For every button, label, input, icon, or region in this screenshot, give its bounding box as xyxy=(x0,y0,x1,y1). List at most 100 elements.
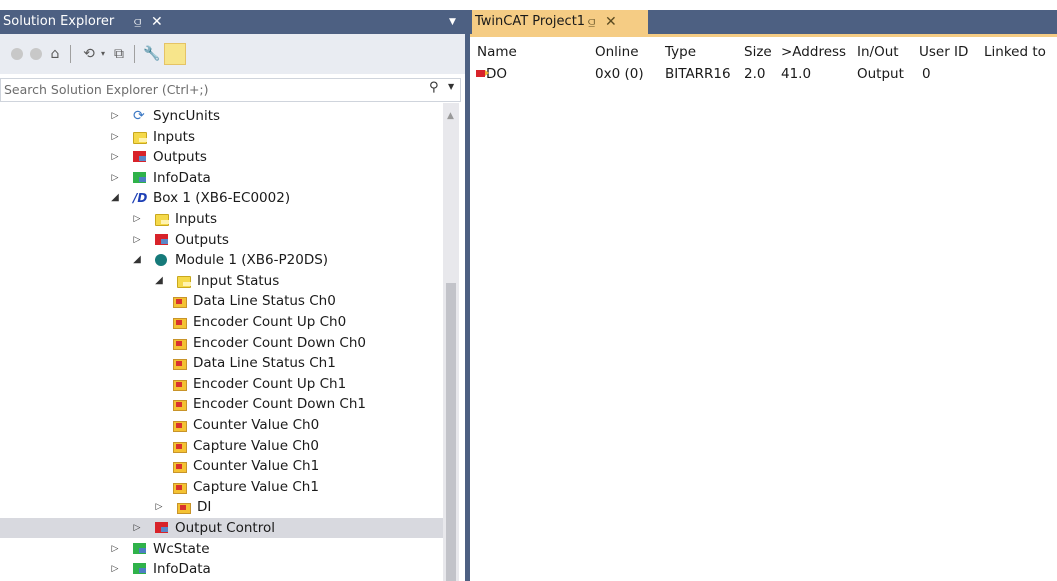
forward-icon[interactable] xyxy=(30,48,42,60)
search-options-dropdown-icon[interactable]: ▼ xyxy=(448,82,454,91)
wcstate-icon xyxy=(133,542,146,554)
tree-item-label: SyncUnits xyxy=(153,108,221,124)
column-header-type[interactable]: Type xyxy=(665,42,696,63)
grid-header: Name Online Type Size >Address In/Out Us… xyxy=(470,42,1057,63)
variable-icon xyxy=(173,462,187,474)
search-input[interactable] xyxy=(1,79,414,100)
expanded-arrow-icon[interactable]: ◢ xyxy=(154,271,164,291)
inputs-folder-icon xyxy=(133,131,147,144)
variable-icon xyxy=(173,441,187,453)
outputs-folder-icon xyxy=(155,233,168,245)
variable-icon xyxy=(173,297,187,309)
tree-item-label: Capture Value Ch0 xyxy=(193,437,319,454)
tree-item[interactable]: Capture Value Ch1 xyxy=(0,477,443,497)
solution-explorer-title: Solution Explorer xyxy=(3,14,115,29)
row-inout: Output xyxy=(857,66,904,82)
tree-item[interactable]: ◢ /D Box 1 (XB6-EC0002) xyxy=(0,188,443,208)
collapsed-arrow-icon[interactable]: ▷ xyxy=(132,518,142,538)
tree-item-label: Counter Value Ch0 xyxy=(193,417,320,433)
tree-item[interactable]: ▷ Output Control xyxy=(0,518,443,538)
collapsed-arrow-icon[interactable]: ▷ xyxy=(110,127,120,147)
tree-item[interactable]: Data Line Status Ch1 xyxy=(0,353,443,373)
tree-item[interactable]: Data Line Status Ch0 xyxy=(0,291,443,311)
solution-tree: ▷ ⟳ SyncUnits ▷ Inputs ▷ Outputs ▷ InfoData ◢ /D Bo… xyxy=(0,103,443,581)
solution-explorer-titlebar[interactable]: Solution Explorer ⫑ ✕ ▼ xyxy=(0,10,465,34)
variable-icon xyxy=(173,482,187,494)
column-header-name[interactable]: Name xyxy=(477,42,517,63)
collapse-all-icon[interactable]: ⧉ xyxy=(110,43,128,65)
pending-changes-dropdown-icon[interactable]: ▾ xyxy=(98,43,108,65)
tree-item[interactable]: ▷ InfoData xyxy=(0,559,443,579)
tree-item[interactable]: Encoder Count Up Ch1 xyxy=(0,374,443,394)
collapsed-arrow-icon[interactable]: ▷ xyxy=(154,497,164,517)
row-name: DO xyxy=(486,66,508,82)
row-userid: 0 xyxy=(922,66,931,82)
back-icon[interactable] xyxy=(11,48,23,60)
tree-item[interactable]: ▷ ⟳ SyncUnits xyxy=(0,106,443,126)
tree-item[interactable]: ▷ Inputs xyxy=(0,127,443,147)
solution-explorer-search-box[interactable]: ⚲ ▼ xyxy=(0,78,461,102)
tab-title: TwinCAT Project1 xyxy=(475,14,586,29)
tree-item[interactable]: Encoder Count Up Ch0 xyxy=(0,312,443,332)
tree-item[interactable]: ▷ WcState xyxy=(0,539,443,559)
tree-item[interactable]: ◢ Module 1 (XB6-P20DS) xyxy=(0,250,443,270)
properties-wrench-icon[interactable]: 🔧 xyxy=(143,43,161,65)
variable-icon xyxy=(173,318,187,329)
collapsed-arrow-icon[interactable]: ▷ xyxy=(110,559,120,579)
close-icon[interactable]: ✕ xyxy=(151,10,163,34)
tree-scrollbar[interactable]: ▲ xyxy=(443,103,459,581)
tree-item[interactable]: ▷ Outputs xyxy=(0,230,443,250)
home-icon[interactable]: ⌂ xyxy=(46,43,64,65)
column-header-userid[interactable]: User ID xyxy=(919,42,968,63)
search-icon[interactable]: ⚲ xyxy=(429,80,439,95)
box-icon: /D xyxy=(133,191,148,206)
tree-item-label: Encoder Count Down Ch1 xyxy=(193,396,366,413)
sync-icon: ⟳ xyxy=(133,108,145,124)
scroll-up-icon[interactable]: ▲ xyxy=(447,111,454,121)
tree-item-label: InfoData xyxy=(153,169,211,186)
column-header-address[interactable]: >Address xyxy=(781,42,846,63)
pending-changes-icon[interactable]: ⟲ xyxy=(80,43,98,65)
row-type: BITARR16 xyxy=(665,66,731,82)
tree-item[interactable]: ◢ Input Status xyxy=(0,271,443,291)
tree-item[interactable]: Counter Value Ch1 xyxy=(0,456,443,476)
variable-icon xyxy=(173,421,187,432)
tree-item[interactable]: ▷ InfoData xyxy=(0,168,443,188)
column-header-linked[interactable]: Linked to xyxy=(984,42,1046,63)
tree-item[interactable]: Encoder Count Down Ch1 xyxy=(0,394,443,414)
tree-item[interactable]: Counter Value Ch0 xyxy=(0,415,443,435)
tab-close-icon[interactable]: ✕ xyxy=(605,10,617,34)
tab-twincat-project1[interactable]: TwinCAT Project1 ⫑ ✕ xyxy=(472,10,648,34)
tree-item[interactable]: ▷ Inputs xyxy=(0,209,443,229)
scrollbar-thumb[interactable] xyxy=(446,283,456,581)
window-position-dropdown-icon[interactable]: ▼ xyxy=(449,10,456,34)
tree-item[interactable]: Capture Value Ch0 xyxy=(0,436,443,456)
tab-pin-icon[interactable]: ⫑ xyxy=(588,10,595,34)
inputs-folder-icon xyxy=(155,214,169,226)
column-header-inout[interactable]: In/Out xyxy=(857,42,899,63)
tree-item-label: WcState xyxy=(153,540,210,557)
collapsed-arrow-icon[interactable]: ▷ xyxy=(132,209,142,229)
collapsed-arrow-icon[interactable]: ▷ xyxy=(110,539,120,559)
collapsed-arrow-icon[interactable]: ▷ xyxy=(110,106,120,126)
outputs-folder-icon xyxy=(133,151,146,163)
collapsed-arrow-icon[interactable]: ▷ xyxy=(110,168,120,188)
tree-item[interactable]: ▷ DI xyxy=(0,497,443,517)
collapsed-arrow-icon[interactable]: ▷ xyxy=(132,230,142,250)
column-header-online[interactable]: Online xyxy=(595,42,639,63)
variable-icon xyxy=(173,379,187,391)
column-header-size[interactable]: Size xyxy=(744,42,772,63)
row-name-cell: DO xyxy=(476,64,507,85)
tree-item[interactable]: Encoder Count Down Ch0 xyxy=(0,333,443,353)
tree-item-label: Inputs xyxy=(153,128,195,145)
pin-icon[interactable]: ⫑ xyxy=(134,10,141,34)
expanded-arrow-icon[interactable]: ◢ xyxy=(110,188,120,208)
document-pane: TwinCAT Project1 ⫑ ✕ Name Online Type Si… xyxy=(470,0,1057,581)
expanded-arrow-icon[interactable]: ◢ xyxy=(132,250,142,270)
table-row[interactable]: DO 0x0 (0) BITARR16 2.0 41.0 Output 0 xyxy=(470,64,1057,85)
tree-item[interactable]: ▷ Outputs xyxy=(0,147,443,167)
preview-selected-icon[interactable] xyxy=(164,43,186,65)
tree-item-label: Encoder Count Up Ch0 xyxy=(193,314,347,330)
collapsed-arrow-icon[interactable]: ▷ xyxy=(110,147,120,167)
tree-item-label: Outputs xyxy=(153,149,207,166)
